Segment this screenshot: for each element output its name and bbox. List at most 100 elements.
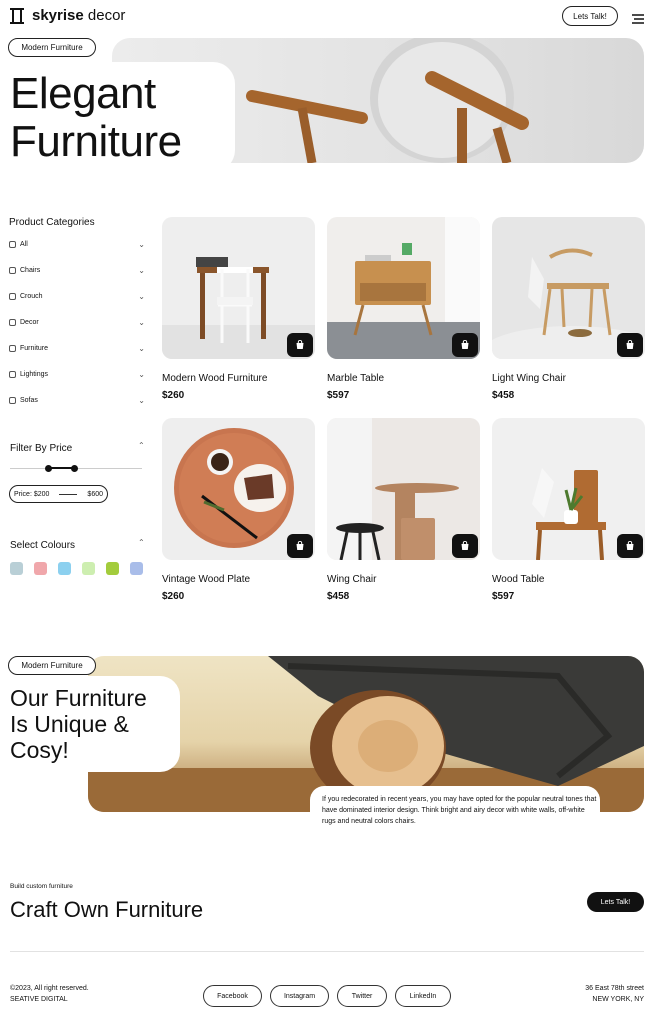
category-all[interactable]: All ⌄ [9,231,145,257]
category-label: Crouch [20,292,43,300]
product-price: $597 [327,390,350,401]
colour-swatch[interactable] [10,562,23,575]
social-links: Facebook Instagram Twitter LinkedIn [203,985,451,1007]
price-slider[interactable] [10,462,142,474]
shopping-bag-icon [461,541,469,550]
add-to-bag-button[interactable] [452,333,478,357]
category-label: Furniture [20,344,49,352]
product-card[interactable]: Vintage Wood Plate $260 [162,418,315,602]
product-card[interactable]: Wing Chair $458 [327,418,480,602]
slider-handle-min[interactable] [45,465,52,472]
chevron-down-icon[interactable]: ⌄ [138,292,145,301]
price-dash [59,493,78,495]
product-name[interactable]: Wing Chair [327,574,480,585]
divider [10,951,644,952]
product-name[interactable]: Modern Wood Furniture [162,373,315,384]
product-image[interactable] [162,217,315,359]
lets-talk-button[interactable]: Lets Talk! [562,6,618,26]
linkedin-link[interactable]: LinkedIn [395,985,451,1007]
product-card[interactable]: Marble Table $597 [327,217,480,401]
product-name[interactable]: Light Wing Chair [492,373,645,384]
instagram-link[interactable]: Instagram [270,985,329,1007]
category-furniture[interactable]: Furniture ⌄ [9,335,145,361]
category-label: All [20,240,28,248]
add-to-bag-button[interactable] [287,333,313,357]
feature-description: If you redecorated in recent years, you … [322,796,597,825]
add-to-bag-button[interactable] [452,534,478,558]
footer-address-line1: 36 East 78th street [585,985,644,992]
brand-name-light: decor [83,7,126,24]
product-price: $597 [492,591,515,602]
colour-swatch[interactable] [106,562,119,575]
checkbox[interactable] [9,240,16,248]
craft-eyebrow: Build custom furniture [10,883,73,890]
product-price: $458 [327,591,350,602]
twitter-link[interactable]: Twitter [337,985,387,1007]
brand-name[interactable]: skyrise decor [32,7,125,24]
colour-swatch[interactable] [34,562,47,575]
product-image[interactable] [162,418,315,560]
category-label: Lightings [20,370,49,378]
slider-handle-max[interactable] [71,465,78,472]
category-label: Sofas [20,396,38,404]
footer-address-line2: NEW YORK, NY [592,996,644,1003]
colour-swatch[interactable] [82,562,95,575]
category-lightings[interactable]: Lightings ⌄ [9,361,145,387]
categories-list: All ⌄ Chairs ⌄ Crouch ⌄ Decor ⌄ Furniture ⌄ L… [9,231,145,413]
product-name[interactable]: Vintage Wood Plate [162,574,315,585]
shopping-bag-icon [461,340,469,349]
chevron-down-icon[interactable]: ⌄ [138,240,145,249]
add-to-bag-button[interactable] [617,534,643,558]
feature-title-line3: Cosy! [10,737,69,763]
product-image[interactable] [492,217,645,359]
chevron-up-icon[interactable]: ⌃ [138,538,145,547]
product-card[interactable]: Modern Wood Furniture $260 [162,217,315,401]
checkbox[interactable] [9,292,16,300]
category-label: Chairs [20,266,41,274]
checkbox[interactable] [9,318,16,326]
chevron-down-icon[interactable]: ⌄ [138,396,145,405]
shopping-bag-icon [296,541,304,550]
category-chairs[interactable]: Chairs ⌄ [9,257,145,283]
price-range-display: Price: $200 $600 [9,485,108,503]
brand-logo-icon[interactable] [8,7,26,25]
hero-badge: Modern Furniture [8,38,96,57]
colour-swatch[interactable] [130,562,143,575]
product-name[interactable]: Wood Table [492,574,645,585]
category-decor[interactable]: Decor ⌄ [9,309,145,335]
product-price: $260 [162,390,185,401]
product-image[interactable] [327,217,480,359]
product-image[interactable] [327,418,480,560]
footer-company: SEATIVE DIGITAL [10,996,68,1003]
category-sofas[interactable]: Sofas ⌄ [9,387,145,413]
chevron-down-icon[interactable]: ⌄ [138,318,145,327]
category-crouch[interactable]: Crouch ⌄ [9,283,145,309]
feature-title: Our Furniture Is Unique & Cosy! [10,685,147,763]
hero-title: Elegant Furniture [10,70,182,166]
colours-title: Select Colours [10,540,76,551]
chevron-up-icon[interactable]: ⌃ [138,441,145,450]
add-to-bag-button[interactable] [617,333,643,357]
product-card[interactable]: Light Wing Chair $458 [492,217,645,401]
chevron-down-icon[interactable]: ⌄ [138,266,145,275]
feature-badge: Modern Furniture [8,656,96,675]
checkbox[interactable] [9,370,16,378]
chevron-down-icon[interactable]: ⌄ [138,370,145,379]
colour-swatch[interactable] [58,562,71,575]
craft-lets-talk-button[interactable]: Lets Talk! [587,892,644,912]
product-image[interactable] [492,418,645,560]
facebook-link[interactable]: Facebook [203,985,262,1007]
shopping-bag-icon [626,340,634,349]
product-card[interactable]: Wood Table $597 [492,418,645,602]
checkbox[interactable] [9,266,16,274]
feature-title-line2: Is Unique & [10,711,129,737]
checkbox[interactable] [9,344,16,352]
product-name[interactable]: Marble Table [327,373,480,384]
chevron-down-icon[interactable]: ⌄ [138,344,145,353]
brand-name-bold: skyrise [32,7,84,24]
checkbox[interactable] [9,396,16,404]
header: skyrise decor Lets Talk! [8,6,654,28]
add-to-bag-button[interactable] [287,534,313,558]
menu-icon[interactable] [632,11,644,24]
product-price: $458 [492,390,515,401]
